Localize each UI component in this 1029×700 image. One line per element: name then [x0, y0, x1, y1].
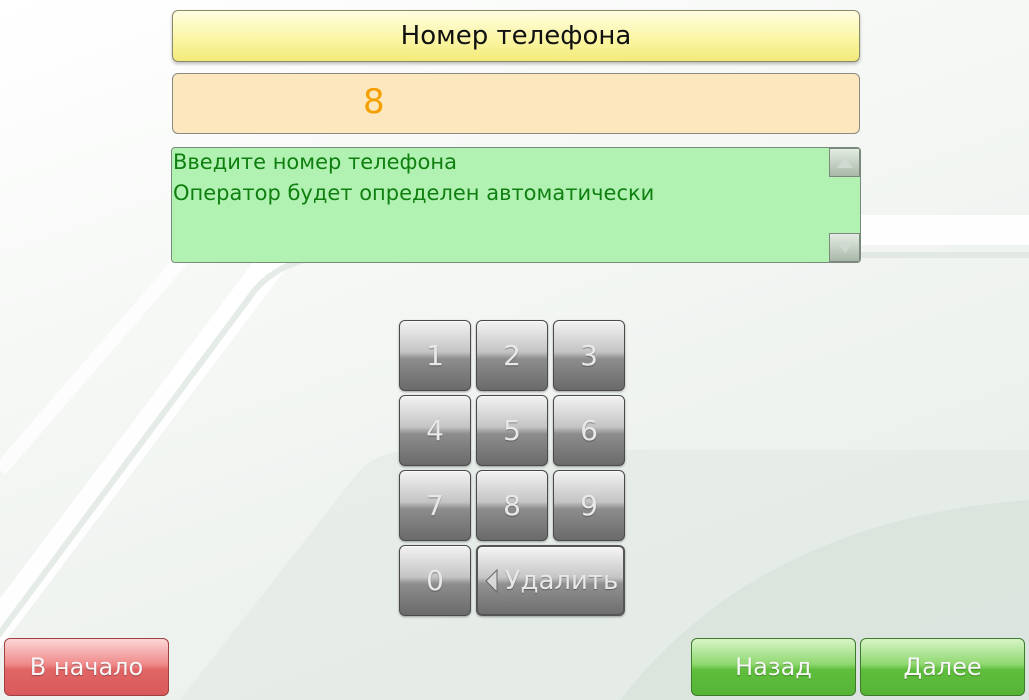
- info-line-1: Введите номер телефона: [173, 150, 457, 174]
- next-button[interactable]: Далее: [860, 638, 1025, 696]
- page-title-text: Номер телефона: [400, 21, 632, 51]
- key-2[interactable]: 2: [476, 320, 548, 391]
- home-button-label: В начало: [29, 653, 144, 681]
- back-button-label: Назад: [735, 653, 812, 681]
- key-9[interactable]: 9: [553, 470, 625, 541]
- backspace-icon: [483, 568, 499, 594]
- home-button[interactable]: В начало: [4, 638, 169, 696]
- delete-button[interactable]: Удалить: [476, 545, 625, 616]
- terminal-screen: Номер телефона 8 Введите номер телефона …: [0, 0, 1029, 700]
- key-4[interactable]: 4: [399, 395, 471, 466]
- scroll-up-button[interactable]: [829, 148, 860, 177]
- info-line-2: Оператор будет определен автоматически: [173, 181, 655, 205]
- page-title: Номер телефона: [172, 10, 860, 62]
- back-button[interactable]: Назад: [691, 638, 856, 696]
- key-0[interactable]: 0: [399, 545, 471, 616]
- key-6[interactable]: 6: [553, 395, 625, 466]
- key-3[interactable]: 3: [553, 320, 625, 391]
- key-7[interactable]: 7: [399, 470, 471, 541]
- arrow-up-icon: [836, 157, 853, 168]
- key-8[interactable]: 8: [476, 470, 548, 541]
- delete-label: Удалить: [504, 565, 619, 596]
- info-message-box: Введите номер телефона Оператор будет оп…: [171, 147, 861, 263]
- scroll-down-button[interactable]: [829, 233, 860, 262]
- arrow-down-icon: [836, 242, 853, 253]
- phone-number-field[interactable]: 8: [172, 73, 860, 134]
- phone-number-value: 8: [363, 82, 385, 122]
- key-1[interactable]: 1: [399, 320, 471, 391]
- next-button-label: Далее: [903, 653, 982, 681]
- key-5[interactable]: 5: [476, 395, 548, 466]
